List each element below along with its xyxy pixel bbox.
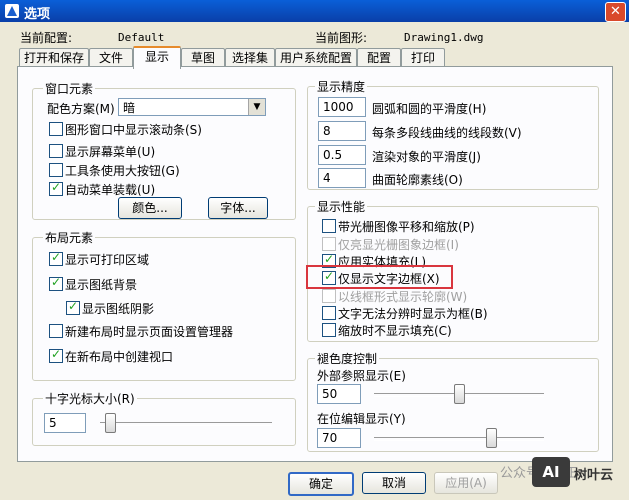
font-button[interactable]: 字体... [208, 197, 268, 219]
contour-lines-label: 曲面轮廓素线(O) [372, 173, 463, 187]
paper-shadow-label: 显示图纸阴影 [82, 302, 155, 316]
polyline-segments-label: 每条多段线曲线的线段数(V) [372, 126, 522, 140]
xref-fade-slider-thumb[interactable] [454, 384, 465, 404]
current-config-value: Default [118, 31, 165, 44]
current-drawing-label: 当前图形: [315, 31, 368, 45]
no-fill-on-zoom-label: 缩放时不显示填充(C) [338, 324, 452, 338]
wireframe-silhouettes-checkbox[interactable] [322, 289, 336, 303]
printable-area-label: 显示可打印区域 [65, 253, 150, 267]
current-config-label: 当前配置: [20, 31, 73, 45]
chevron-down-icon[interactable]: ▼ [248, 99, 265, 115]
raster-pan-zoom-label: 带光栅图像平移和缩放(P) [338, 220, 475, 234]
ok-button[interactable]: 确定 [288, 472, 354, 496]
scrollbars-label: 图形窗口中显示滚动条(S) [65, 123, 202, 137]
render-smoothness-input[interactable]: 0.5 [318, 145, 366, 165]
text-as-box-checkbox[interactable] [322, 306, 336, 320]
paper-background-label: 显示图纸背景 [65, 278, 138, 292]
tab-selection[interactable]: 选择集 [225, 48, 275, 67]
window-title: 选项 [24, 7, 51, 22]
text-as-box-label: 文字无法分辨时显示为框(B) [338, 307, 488, 321]
color-scheme-value: 暗 [123, 101, 136, 115]
auto-menu-load-checkbox[interactable] [49, 180, 63, 196]
inplace-fade-slider-track[interactable] [374, 437, 544, 441]
scrollbars-checkbox[interactable] [49, 122, 63, 136]
create-viewport-checkbox[interactable] [49, 347, 63, 363]
watermark-logo: AI [532, 457, 570, 487]
paper-shadow-checkbox[interactable] [66, 299, 80, 315]
text-frame-highlight-box [306, 265, 453, 289]
tab-files[interactable]: 文件 [89, 48, 133, 67]
title-bar[interactable]: 选项 ✕ [0, 0, 629, 22]
crosshair-title: 十字光标大小(R) [43, 390, 137, 407]
paper-background-checkbox[interactable] [49, 275, 63, 291]
color-scheme-select[interactable]: 暗 ▼ [118, 98, 266, 116]
auto-menu-load-label: 自动菜单装载(U) [65, 183, 156, 197]
xref-fade-label: 外部参照显示(E) [317, 369, 406, 383]
layout-elements-title: 布局元素 [43, 229, 96, 246]
cancel-button[interactable]: 取消 [362, 472, 426, 494]
close-button[interactable]: ✕ [605, 2, 626, 22]
page-setup-manager-checkbox[interactable] [49, 324, 63, 338]
apply-button[interactable]: 应用(A) [434, 472, 498, 494]
inplace-fade-input[interactable]: 70 [317, 428, 361, 448]
page-setup-manager-label: 新建布局时显示页面设置管理器 [65, 325, 234, 339]
highlight-raster-frame-checkbox[interactable] [322, 237, 336, 251]
window-elements-title: 窗口元素 [43, 80, 96, 97]
crosshair-slider-thumb[interactable] [104, 413, 116, 433]
color-button[interactable]: 颜色... [118, 197, 182, 219]
tab-profiles[interactable]: 配置 [357, 48, 401, 67]
watermark-brand: 树叶云 [574, 468, 614, 483]
tab-user-preferences[interactable]: 用户系统配置 [275, 48, 357, 67]
display-performance-title: 显示性能 [315, 198, 368, 215]
large-buttons-checkbox[interactable] [49, 163, 63, 177]
color-scheme-label: 配色方案(M) [47, 102, 115, 116]
xref-fade-input[interactable]: 50 [317, 384, 361, 404]
raster-pan-zoom-checkbox[interactable] [322, 219, 336, 233]
wireframe-silhouettes-label: 以线框形式显示轮廓(W) [338, 290, 468, 304]
crosshair-slider-track[interactable] [100, 422, 272, 426]
inplace-fade-slider-thumb[interactable] [486, 428, 497, 448]
tab-open-save[interactable]: 打开和保存 [19, 48, 89, 67]
no-fill-on-zoom-checkbox[interactable] [322, 323, 336, 337]
screen-menu-checkbox[interactable] [49, 144, 63, 158]
arc-smoothness-label: 圆弧和圆的平滑度(H) [372, 102, 487, 116]
render-smoothness-label: 渲染对象的平滑度(J) [372, 150, 481, 164]
inplace-fade-label: 在位编辑显示(Y) [317, 412, 406, 426]
tab-plot[interactable]: 打印 [401, 48, 445, 67]
contour-lines-input[interactable]: 4 [318, 168, 366, 188]
current-drawing-value: Drawing1.dwg [404, 31, 484, 44]
create-viewport-label: 在新布局中创建视口 [65, 350, 174, 364]
app-icon [5, 4, 19, 18]
highlight-raster-frame-label: 仅亮显光栅图象边框(I) [338, 238, 459, 252]
arc-smoothness-input[interactable]: 1000 [318, 97, 366, 117]
display-resolution-title: 显示精度 [315, 78, 368, 95]
large-buttons-label: 工具条使用大按钮(G) [65, 164, 180, 178]
polyline-segments-input[interactable]: 8 [318, 121, 366, 141]
tab-display[interactable]: 显示 [133, 46, 181, 69]
printable-area-checkbox[interactable] [49, 250, 63, 266]
screen-menu-label: 显示屏幕菜单(U) [65, 145, 156, 159]
crosshair-input[interactable]: 5 [44, 413, 86, 433]
fade-control-title: 褪色度控制 [315, 350, 380, 367]
tab-drafting[interactable]: 草图 [181, 48, 225, 67]
